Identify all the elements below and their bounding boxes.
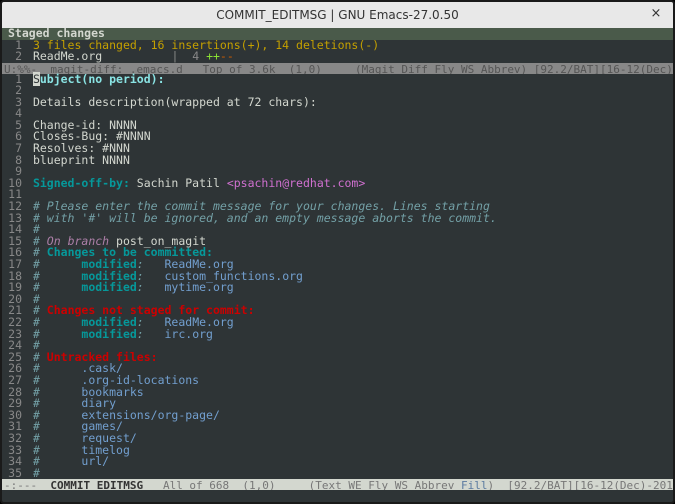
editor-content: Staged changes 1 3 files changed, 16 ins…	[2, 28, 673, 502]
close-icon[interactable]: ×	[647, 5, 665, 23]
line-number: 2	[2, 85, 26, 97]
emacs-window: COMMIT_EDITMSG | GNU Emacs-27.0.50 × Sta…	[0, 0, 675, 504]
cursor: S	[33, 72, 40, 86]
line-number: 8	[2, 155, 26, 167]
line-number: 1	[2, 74, 26, 86]
line-number: 1	[2, 40, 26, 52]
line-number: 4	[2, 108, 26, 120]
window-title: COMMIT_EDITMSG | GNU Emacs-27.0.50	[216, 8, 459, 22]
magit-diff-pane[interactable]: Staged changes 1 3 files changed, 16 ins…	[2, 28, 673, 63]
line-number: 6	[2, 131, 26, 143]
line-number: 5	[2, 120, 26, 132]
commit-subject-line[interactable]: Subject(no period):	[26, 74, 673, 86]
modeline-commit[interactable]: -:--- COMMIT_EDITMSG All of 668 (1,0) (T…	[2, 479, 673, 490]
title-bar[interactable]: COMMIT_EDITMSG | GNU Emacs-27.0.50 ×	[2, 2, 673, 28]
line-number: 35	[2, 468, 26, 480]
commit-editmsg-pane[interactable]: 1 Subject(no period): 2 3 Details descri…	[2, 74, 673, 480]
diff-file-row: ReadMe.org | 4 ++--	[26, 51, 673, 63]
line-number: 3	[2, 97, 26, 109]
minibuffer[interactable]	[2, 490, 673, 502]
signed-off-line[interactable]: Signed-off-by: Sachin Patil <psachin@red…	[26, 178, 673, 190]
line-number: 7	[2, 143, 26, 155]
buffer-name: COMMIT_EDITMSG	[50, 479, 143, 490]
line-number: 2	[2, 51, 26, 63]
